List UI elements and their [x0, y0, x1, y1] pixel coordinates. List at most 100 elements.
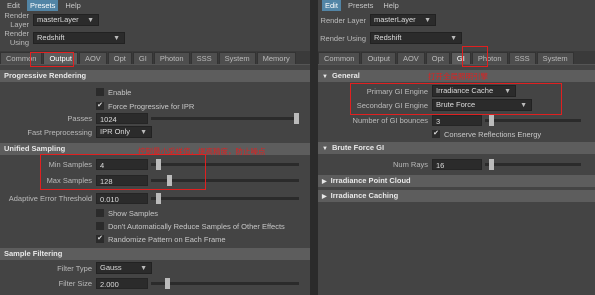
menu-presets[interactable]: Presets [345, 0, 376, 11]
output-tab-highlight [30, 52, 74, 67]
slider-handle[interactable] [294, 112, 299, 124]
adaptive-threshold-field[interactable]: 0.010 [96, 192, 148, 204]
randomize-label: Randomize Pattern on Each Frame [108, 234, 226, 244]
enable-label: Enable [108, 87, 132, 97]
num-rays-slider[interactable] [485, 158, 581, 170]
section-title: Sample Filtering [4, 249, 63, 258]
adaptive-threshold-label: Adaptive Error Threshold [8, 193, 92, 203]
left-render-settings-panel: Edit Presets Help Render Layer masterLay… [0, 0, 310, 295]
gi-engines-highlight [350, 83, 562, 115]
tab-aov[interactable]: AOV [78, 52, 107, 64]
expand-icon: ▶ [322, 194, 327, 200]
menu-edit[interactable]: Edit [4, 0, 23, 11]
enable-checkbox[interactable] [96, 88, 104, 96]
filter-type-value: Gauss [100, 263, 122, 272]
filter-size-label: Filter Size [58, 278, 92, 288]
right-tab-bar: Common Output AOV Opt GI Photon SSS Syst… [318, 51, 595, 65]
show-samples-checkbox[interactable] [96, 209, 104, 217]
randomize-checkbox[interactable]: ✔ [96, 235, 104, 243]
chevron-down-icon: ▼ [140, 129, 147, 136]
slider-handle[interactable] [165, 277, 170, 289]
section-title: Irradiance Point Cloud [330, 176, 411, 185]
render-layer-value: masterLayer [374, 15, 416, 24]
slider-handle[interactable] [489, 114, 494, 126]
tab-sss[interactable]: SSS [508, 52, 536, 64]
tab-opt[interactable]: Opt [425, 52, 450, 64]
tab-opt[interactable]: Opt [107, 52, 132, 64]
render-layer-dropdown[interactable]: masterLayer ▼ [33, 14, 99, 26]
sample-filtering-header[interactable]: Sample Filtering [0, 248, 310, 260]
chevron-down-icon: ▼ [87, 17, 94, 24]
tab-sss[interactable]: SSS [190, 52, 218, 64]
dont-reduce-checkbox[interactable] [96, 222, 104, 230]
section-title: Unified Sampling [4, 144, 66, 153]
tab-system[interactable]: System [536, 52, 574, 64]
passes-label: Passes [67, 113, 92, 123]
collapse-icon: ▼ [322, 74, 328, 80]
tab-photon[interactable]: Photon [153, 52, 190, 64]
render-layer-value: masterLayer [37, 15, 79, 24]
render-layer-dropdown[interactable]: masterLayer ▼ [370, 14, 436, 26]
filter-type-dropdown[interactable]: Gauss ▼ [96, 262, 152, 274]
tab-memory[interactable]: Memory [256, 52, 296, 64]
filter-type-label: Filter Type [57, 263, 92, 273]
gi-bounces-field[interactable]: 3 [432, 114, 482, 126]
conserve-energy-label: Conserve Reflections Energy [444, 129, 542, 139]
render-layer-label: Render Layer [4, 11, 29, 29]
chevron-down-icon: ▼ [113, 35, 120, 42]
collapse-icon: ▼ [322, 146, 328, 152]
section-title: Brute Force GI [331, 143, 385, 152]
force-ipr-checkbox[interactable]: ✔ [96, 102, 104, 110]
right-menubar: Edit Presets Help [318, 0, 595, 11]
fast-preprocessing-dropdown[interactable]: IPR Only ▼ [96, 126, 152, 138]
slider-handle[interactable] [489, 158, 494, 170]
menu-edit[interactable]: Edit [322, 0, 341, 11]
adaptive-threshold-slider[interactable] [151, 192, 299, 204]
section-title: Progressive Rendering [4, 71, 87, 80]
force-ipr-label: Force Progressive for IPR [108, 101, 195, 111]
render-layer-label: Render Layer [320, 15, 366, 25]
panel-divider [310, 0, 318, 295]
render-using-label: Render Using [4, 29, 29, 47]
tab-gi[interactable]: GI [132, 52, 153, 64]
render-using-label: Render Using [320, 33, 366, 43]
irradiance-point-cloud-header[interactable]: ▶ Irradiance Point Cloud [318, 175, 595, 187]
progressive-rendering-header[interactable]: Progressive Rendering [0, 70, 310, 82]
passes-field[interactable]: 1024 [96, 112, 148, 124]
section-title: Irradiance Caching [330, 191, 399, 200]
fast-preprocessing-label: Fast Preprocessing [27, 127, 92, 137]
num-rays-label: Num Rays [392, 159, 428, 169]
section-title: General [331, 71, 360, 80]
gi-tab-highlight [462, 46, 488, 67]
render-using-dropdown[interactable]: Redshift ▼ [370, 32, 462, 44]
chevron-down-icon: ▼ [140, 265, 147, 272]
irradiance-caching-header[interactable]: ▶ Irradiance Caching [318, 190, 595, 202]
slider-handle[interactable] [156, 192, 161, 204]
passes-slider[interactable] [151, 112, 299, 124]
tab-system[interactable]: System [218, 52, 256, 64]
gi-bounces-slider[interactable] [485, 114, 581, 126]
tab-output[interactable]: Output [361, 52, 396, 64]
chevron-down-icon: ▼ [450, 35, 457, 42]
filter-size-slider[interactable] [151, 277, 299, 289]
num-rays-field[interactable]: 16 [432, 158, 482, 170]
render-using-dropdown[interactable]: Redshift ▼ [33, 32, 125, 44]
menu-help[interactable]: Help [380, 0, 401, 11]
tab-aov[interactable]: AOV [396, 52, 425, 64]
brute-force-header[interactable]: ▼ Brute Force GI [318, 142, 595, 154]
show-samples-label: Show Samples [108, 208, 159, 218]
render-using-value: Redshift [37, 33, 65, 42]
filter-size-field[interactable]: 2.000 [96, 277, 148, 289]
gi-annotation: 打开全局照明引擎 [428, 72, 488, 81]
dont-reduce-label: Don't Automatically Reduce Samples of Ot… [108, 221, 285, 231]
menu-help[interactable]: Help [62, 0, 83, 11]
fast-preprocessing-value: IPR Only [100, 127, 131, 136]
left-menubar: Edit Presets Help [0, 0, 310, 11]
right-render-settings-panel: Edit Presets Help Render Layer masterLay… [318, 0, 595, 295]
tab-common[interactable]: Common [318, 52, 361, 64]
render-using-value: Redshift [374, 33, 402, 42]
conserve-energy-checkbox[interactable]: ✔ [432, 130, 440, 138]
expand-icon: ▶ [322, 179, 327, 185]
menu-presets[interactable]: Presets [26, 0, 59, 11]
chevron-down-icon: ▼ [424, 17, 431, 24]
